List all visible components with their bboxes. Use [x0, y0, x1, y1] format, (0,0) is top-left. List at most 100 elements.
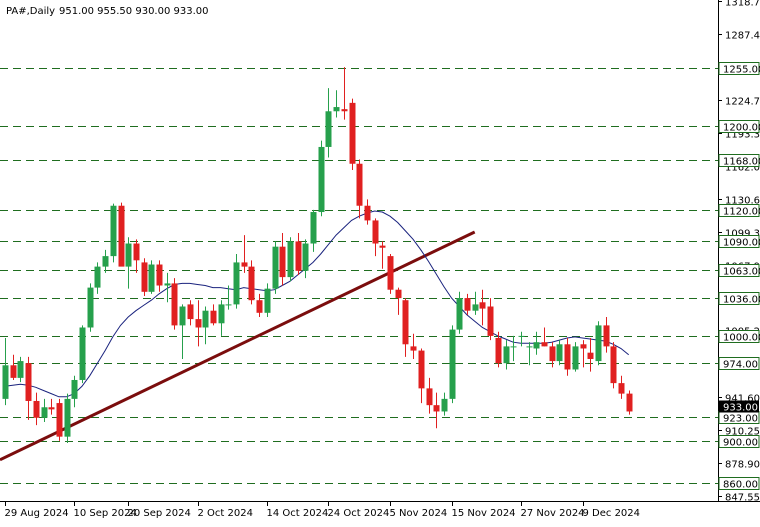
candle [64, 393, 71, 443]
price-level-label: 1090.00 [723, 238, 760, 249]
x-tick-label: 27 Nov 2024 [521, 508, 585, 519]
candle-body [572, 346, 579, 370]
candle-body [233, 262, 240, 305]
candle [610, 342, 617, 389]
candle-body [464, 298, 471, 311]
candle-body [148, 264, 155, 292]
candle-body [610, 346, 617, 384]
candle-body [156, 264, 163, 286]
candle-body [110, 205, 117, 257]
candle [110, 203, 117, 263]
candle-body [118, 205, 125, 267]
candle-body [272, 246, 279, 289]
candle-body [626, 393, 633, 412]
candle-body [433, 405, 440, 412]
candle-body [349, 102, 356, 164]
candle [426, 377, 433, 414]
candle [387, 254, 394, 294]
candle-body [125, 243, 132, 267]
candle-body [325, 111, 332, 147]
candle [510, 335, 517, 362]
candle [264, 283, 271, 317]
candle-body [533, 342, 540, 349]
candle-body [449, 329, 456, 399]
candle-body [179, 306, 186, 326]
price-level-label: 860.00 [723, 480, 758, 491]
chart-root: 1318.751287.401224.701193.351162.001130.… [0, 0, 760, 523]
x-tick-label: 14 Oct 2024 [267, 508, 329, 519]
y-tick-label: 1318.75 [725, 0, 760, 9]
candle-body [318, 146, 325, 213]
price-level-label: 1200.00 [723, 123, 760, 134]
candle-body [410, 346, 417, 351]
candle [564, 337, 571, 376]
candle-body [133, 243, 140, 261]
candle [272, 241, 279, 294]
candle-body [279, 246, 286, 278]
candle-body [302, 243, 309, 271]
candle-body [372, 220, 379, 244]
candle [356, 159, 363, 219]
candle-body [518, 335, 525, 337]
candle-body [580, 344, 587, 349]
candle [33, 392, 40, 426]
candle [202, 306, 209, 345]
candle-body [218, 304, 225, 324]
candle-body [310, 212, 317, 244]
candle [118, 202, 125, 267]
price-level-label: 1168.00 [723, 157, 760, 168]
candle-body [526, 346, 533, 348]
candle-body [618, 383, 625, 394]
candle-body [241, 262, 248, 267]
candle-body [402, 300, 409, 345]
candle [94, 262, 101, 294]
candle-body [295, 241, 302, 271]
candle [433, 392, 440, 429]
x-tick-label: 2 Oct 2024 [198, 508, 253, 519]
ma-layer [4, 210, 630, 398]
candle [156, 260, 163, 292]
candle [572, 342, 579, 372]
candle-body [418, 350, 425, 389]
x-tick-label: 29 Aug 2024 [5, 508, 69, 519]
candle [372, 218, 379, 257]
x-tick-label: 5 Nov 2024 [390, 508, 448, 519]
candle-body [441, 398, 448, 412]
candle-body [387, 256, 394, 290]
candle [41, 398, 48, 422]
levels-layer [0, 68, 718, 484]
candle [587, 337, 594, 372]
candle [295, 233, 302, 276]
candle [449, 325, 456, 404]
candle-body [333, 107, 340, 112]
candle [479, 289, 486, 326]
candle-body [195, 319, 202, 328]
candle-body [56, 403, 63, 437]
candle-body [587, 352, 594, 359]
candle-body [25, 363, 32, 401]
candle-body [395, 289, 402, 299]
price-level-label: 900.00 [723, 438, 758, 449]
candle [595, 321, 602, 366]
candle [56, 398, 63, 441]
price-level-label: 1120.00 [723, 207, 760, 218]
price-chart[interactable]: 1318.751287.401224.701193.351162.001130.… [0, 0, 760, 523]
candle [48, 398, 55, 415]
x-tick-label: 24 Oct 2024 [328, 508, 390, 519]
candle-body [102, 256, 109, 267]
candle-body [17, 361, 24, 378]
candle [349, 98, 356, 171]
candle-body [41, 407, 48, 418]
candle [318, 140, 325, 217]
candle [248, 260, 255, 305]
candle [503, 340, 510, 370]
y-tick-label: 1224.70 [725, 97, 760, 108]
x-tick-label: 20 Sep 2024 [128, 508, 191, 519]
candle-body [472, 304, 479, 311]
candle [256, 293, 263, 317]
candle-body [79, 327, 86, 380]
candle [79, 325, 86, 384]
candle [125, 237, 132, 289]
candle-body [225, 304, 232, 306]
candle-body [256, 300, 263, 313]
